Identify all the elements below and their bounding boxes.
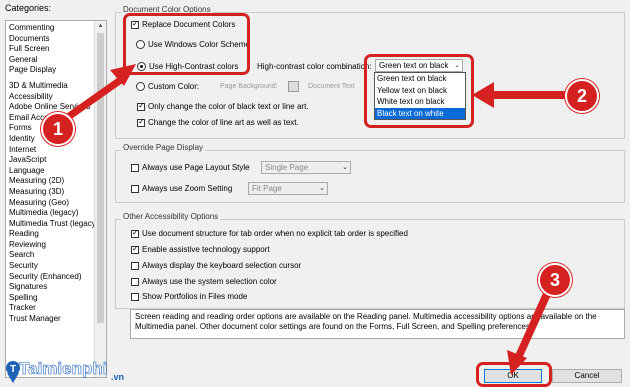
arrow-1-shaft bbox=[66, 76, 124, 120]
annotation-arrows bbox=[66, 64, 565, 375]
svg-text:T: T bbox=[10, 364, 16, 375]
badge-1: 1 bbox=[41, 112, 75, 146]
watermark-brand: Taimienphi bbox=[19, 359, 108, 379]
arrow-2-shaft bbox=[490, 91, 565, 99]
watermark-logo: T Taimienphi .vn bbox=[3, 357, 131, 385]
badge-3: 3 bbox=[538, 263, 572, 297]
watermark-tld: .vn bbox=[111, 372, 125, 382]
arrow-2-head bbox=[472, 82, 494, 108]
arrow-3-shaft bbox=[513, 293, 550, 363]
badge-2: 2 bbox=[565, 79, 599, 113]
